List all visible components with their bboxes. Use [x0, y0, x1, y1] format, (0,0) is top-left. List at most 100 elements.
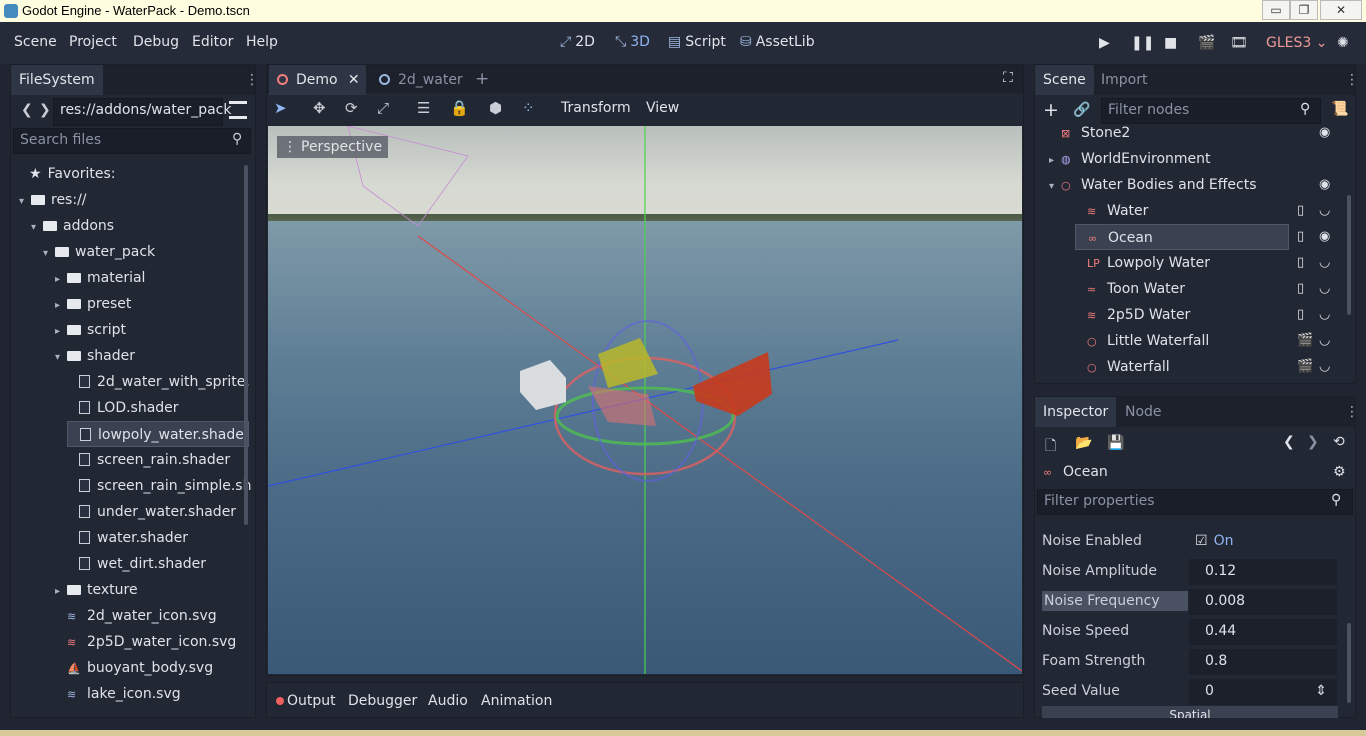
close-window-button[interactable]: ✕ [1320, 0, 1362, 20]
script-icon[interactable]: ▯ [1297, 203, 1304, 218]
workspace-script-button[interactable]: ▤ Script [668, 34, 726, 50]
history-back-icon[interactable]: ❮ [1283, 434, 1295, 450]
filter-nodes-input[interactable]: Filter nodes [1101, 98, 1321, 124]
visibility-eye-icon[interactable]: ◉ [1319, 125, 1330, 140]
file-tree-item[interactable]: lowpoly_water.shade [67, 421, 249, 447]
file-tree-item[interactable]: ▾ addons [31, 213, 114, 239]
file-tree-item[interactable]: ≋ lake_icon.svg [55, 681, 181, 707]
chevron-down-icon[interactable]: ▾ [19, 189, 31, 215]
animation-tab[interactable]: Animation [481, 693, 552, 709]
file-tree-item[interactable]: ⛵ buoyant_body.svg [55, 655, 213, 681]
menu-project[interactable]: Project [69, 34, 117, 50]
local-space-icon[interactable]: ⬢ [489, 99, 502, 117]
workspace-2d-button[interactable]: ⤢ 2D [560, 34, 595, 50]
forward-icon[interactable]: ❯ [39, 102, 51, 118]
script-icon[interactable]: ▯ [1297, 229, 1304, 244]
file-tree-item[interactable]: ▸ script [55, 317, 126, 343]
chevron-down-icon[interactable]: ▾ [31, 215, 43, 241]
kebab-menu-icon[interactable]: ⋮ [245, 72, 259, 88]
file-tree-item[interactable]: screen_rain.shader [67, 447, 230, 473]
property-value-field[interactable]: 0.12 [1189, 559, 1337, 585]
file-tree-item[interactable]: ≋ 2d_water_icon.svg [55, 603, 217, 629]
history-icon[interactable]: ⟲ [1333, 434, 1345, 450]
file-tree-item[interactable]: wet_dirt.shader [67, 551, 206, 577]
scene-tree-node[interactable]: LP Lowpoly Water [1075, 250, 1210, 276]
chevron-right-icon[interactable]: ▸ [55, 267, 67, 293]
debugger-tab[interactable]: Debugger [348, 693, 417, 709]
file-tree-item[interactable]: 2d_water_with_sprite. [67, 369, 250, 395]
file-tree-item[interactable]: ▾ res:// [19, 187, 87, 213]
file-tree-item[interactable]: under_water.shader [67, 499, 236, 525]
file-tree-item[interactable]: ▸ preset [55, 291, 131, 317]
view-menu[interactable]: View [646, 100, 679, 116]
property-value-field[interactable]: 0 ⇕ [1189, 679, 1337, 705]
file-tree-item[interactable]: ▸ texture [55, 577, 138, 603]
noise-enabled-checkbox[interactable]: ☑ On [1189, 529, 1337, 555]
property-value-field[interactable]: 0.8 [1189, 649, 1337, 675]
chevron-right-icon[interactable]: ▸ [55, 579, 67, 605]
chevron-down-icon[interactable]: ▾ [1049, 174, 1061, 200]
scene-tree-node[interactable]: ≋ Water [1075, 198, 1148, 224]
perspective-menu[interactable]: ⋮ Perspective [277, 136, 389, 158]
maximize-button[interactable]: ❐ [1290, 0, 1318, 20]
search-files-input[interactable]: Search files [13, 128, 251, 154]
kebab-menu-icon[interactable]: ⋮ [1345, 404, 1359, 420]
file-tree-item[interactable]: ≋ 2p5D_water_icon.svg [55, 629, 236, 655]
open-folder-icon[interactable]: 📂 [1075, 435, 1092, 451]
tab-inspector[interactable]: Inspector [1035, 397, 1117, 427]
visibility-hidden-icon[interactable]: ◡ [1319, 203, 1330, 218]
instance-scene-icon[interactable]: 🔗 [1073, 102, 1090, 118]
select-tool-icon[interactable]: ➤ [274, 99, 287, 117]
save-icon[interactable]: 💾 [1107, 435, 1124, 451]
visibility-hidden-icon[interactable]: ◡ [1319, 307, 1330, 322]
list-select-icon[interactable]: ☰ [417, 99, 430, 117]
menu-help[interactable]: Help [246, 34, 278, 50]
file-tree-item[interactable]: water.shader [67, 525, 188, 551]
play-scene-icon[interactable]: 🎬 [1198, 35, 1215, 51]
tab-import[interactable]: Import [1093, 65, 1155, 95]
object-properties-icon[interactable]: ⚙ [1333, 464, 1346, 480]
visibility-eye-icon[interactable]: ◉ [1319, 229, 1330, 244]
file-tree-item[interactable]: screen_rain_simple.sh [67, 473, 251, 499]
fullscreen-icon[interactable]: ⛶ [1003, 70, 1013, 86]
scale-tool-icon[interactable]: ⤢ [377, 99, 389, 117]
minimize-button[interactable]: ▭ [1262, 0, 1290, 20]
property-value-field[interactable]: 0.44 [1189, 619, 1337, 645]
workspace-assetlib-button[interactable]: ⛁ AssetLib [740, 34, 815, 50]
back-icon[interactable]: ❮ [21, 102, 33, 118]
file-tree-item[interactable]: ▾ water_pack [43, 239, 155, 265]
instanced-scene-icon[interactable]: 🎬 [1297, 333, 1313, 348]
add-tab-icon[interactable]: + [475, 69, 489, 89]
visibility-hidden-icon[interactable]: ◡ [1319, 255, 1330, 270]
3d-viewport[interactable]: ⋮ Perspective [268, 126, 1022, 674]
split-mode-icon[interactable] [229, 101, 247, 119]
spinner-arrows-icon[interactable]: ⇕ [1315, 683, 1327, 699]
scene-scrollbar[interactable] [1347, 195, 1351, 315]
menu-scene[interactable]: Scene [14, 34, 57, 50]
script-icon[interactable]: ▯ [1297, 255, 1304, 270]
audio-tab[interactable]: Audio [428, 693, 468, 709]
file-tree-item[interactable]: LOD.shader [67, 395, 179, 421]
close-tab-icon[interactable]: ✕ [348, 65, 360, 95]
snap-icon[interactable]: ⁘ [522, 99, 535, 117]
chevron-down-icon[interactable]: ▾ [55, 345, 67, 371]
menu-editor[interactable]: Editor [192, 34, 233, 50]
tab-scene[interactable]: Scene [1035, 65, 1094, 95]
file-tree-item[interactable]: ▾ shader [55, 343, 135, 369]
history-forward-icon[interactable]: ❯ [1307, 434, 1319, 450]
chevron-down-icon[interactable]: ▾ [43, 241, 55, 267]
section-spatial[interactable]: Spatial [1042, 706, 1338, 718]
play-icon[interactable]: ▶ [1099, 35, 1110, 51]
file-tree-item[interactable]: ▸ material [55, 265, 145, 291]
tab-node[interactable]: Node [1117, 397, 1170, 427]
scene-tree-node[interactable]: ○ Waterfall [1075, 354, 1170, 380]
scene-tree-node[interactable]: ⊠ Stone2 [1049, 120, 1130, 146]
script-icon[interactable]: ▯ [1297, 307, 1304, 322]
script-attach-icon[interactable]: 📜 [1331, 101, 1348, 117]
new-resource-icon[interactable]: 🗋 [1045, 435, 1056, 459]
transform-menu[interactable]: Transform [561, 100, 631, 116]
chevron-right-icon[interactable]: ▸ [55, 293, 67, 319]
renderer-select[interactable]: GLES3 ⌄ [1266, 35, 1327, 51]
script-icon[interactable]: ▯ [1297, 281, 1304, 296]
filter-properties-input[interactable]: Filter properties [1037, 489, 1353, 515]
